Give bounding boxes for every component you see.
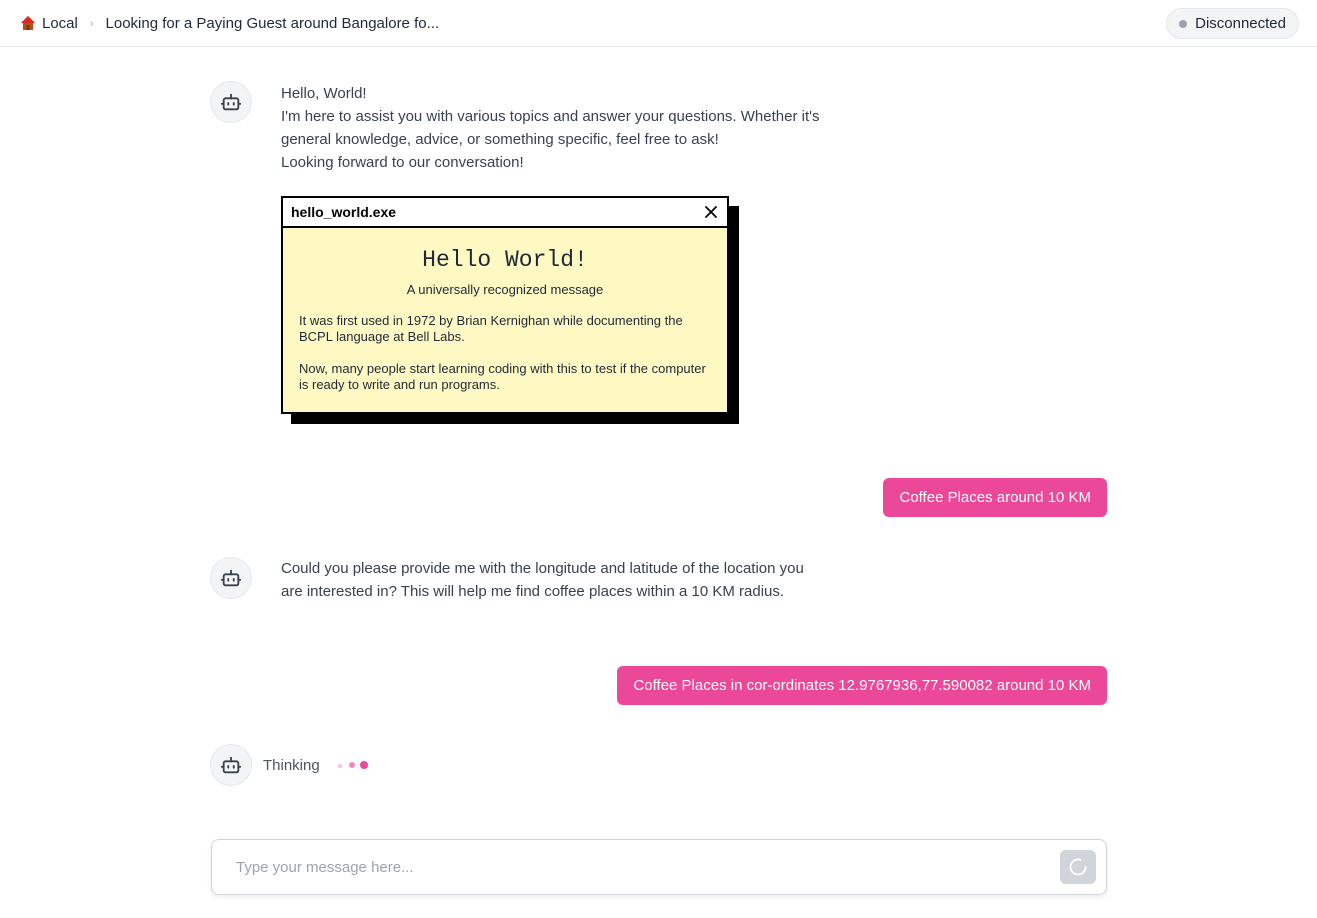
top-bar: Local › Looking for a Paying Guest aroun… bbox=[0, 0, 1317, 47]
robot-icon bbox=[220, 756, 242, 774]
status-dot-icon bbox=[1179, 19, 1188, 28]
robot-icon bbox=[220, 93, 242, 111]
bot-avatar bbox=[210, 744, 252, 786]
user-message: Coffee Places in cor-ordinates 12.976793… bbox=[617, 666, 1107, 705]
window-title-bar: hello_world.exe bbox=[283, 198, 727, 228]
bot-message-line: Hello, World! bbox=[281, 85, 367, 102]
message-input[interactable] bbox=[236, 840, 1036, 894]
bot-avatar bbox=[210, 81, 252, 123]
bot-message: Could you please provide me with the lon… bbox=[281, 560, 804, 600]
typing-dot-icon bbox=[349, 762, 355, 768]
connection-status-badge: Disconnected bbox=[1166, 8, 1299, 39]
window-paragraph: It was first used in 1972 by Brian Kerni… bbox=[299, 313, 683, 344]
hello-world-window: hello_world.exe Hello World! A universal… bbox=[281, 196, 729, 414]
typing-dot-icon bbox=[338, 764, 342, 768]
robot-icon bbox=[220, 569, 242, 587]
send-button[interactable] bbox=[1060, 850, 1096, 884]
window-subheading: A universally recognized message bbox=[406, 282, 604, 297]
status-label: Disconnected bbox=[1195, 15, 1286, 32]
bot-message: Hello, World! I'm here to assist you wit… bbox=[281, 82, 841, 174]
window-paragraph: Now, many people start learning coding w… bbox=[299, 361, 706, 392]
close-icon[interactable] bbox=[703, 204, 719, 220]
user-message: Coffee Places around 10 KM bbox=[883, 478, 1107, 517]
message-composer bbox=[211, 839, 1107, 895]
window-heading: Hello World! bbox=[422, 247, 588, 273]
window-title: hello_world.exe bbox=[291, 204, 397, 220]
spinner-icon bbox=[1069, 858, 1087, 876]
thinking-label: Thinking bbox=[263, 757, 320, 774]
breadcrumb: Local › Looking for a Paying Guest aroun… bbox=[20, 0, 439, 47]
breadcrumb-current[interactable]: Looking for a Paying Guest around Bangal… bbox=[106, 15, 440, 32]
typing-dot-icon bbox=[360, 761, 368, 769]
breadcrumb-chevron-icon: › bbox=[89, 17, 94, 30]
home-icon bbox=[21, 15, 35, 30]
bot-avatar bbox=[210, 557, 252, 599]
breadcrumb-root[interactable]: Local bbox=[42, 15, 78, 32]
bot-message-line: Looking forward to our conversation! bbox=[281, 154, 524, 171]
bot-message-line: I'm here to assist you with various topi… bbox=[281, 108, 820, 148]
